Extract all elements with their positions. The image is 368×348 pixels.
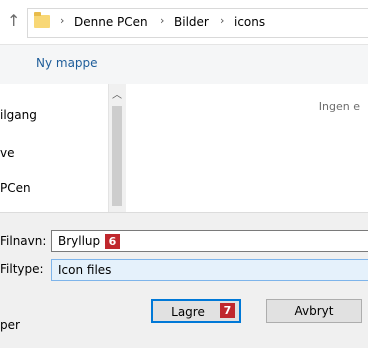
nav-scrollbar[interactable]: ︿	[108, 84, 126, 212]
nav-item-drive[interactable]: ve	[0, 146, 14, 160]
nav-item-quick-access[interactable]: ilgang	[0, 108, 37, 122]
scroll-up-icon[interactable]: ︿	[112, 86, 122, 101]
address-bar: ↑ › Denne PCen › Bilder › icons	[0, 0, 368, 44]
toolbar: Ny mappe	[0, 44, 368, 85]
cancel-button[interactable]: Avbryt	[266, 299, 362, 323]
filename-value: Bryllup	[58, 234, 101, 248]
step-badge: 6	[105, 234, 120, 249]
breadcrumb-item-pictures[interactable]: Bilder	[174, 15, 209, 29]
cancel-button-label: Avbryt	[294, 304, 334, 318]
breadcrumb-item-this-pc[interactable]: Denne PCen	[74, 15, 148, 29]
chevron-right-icon: ›	[220, 14, 225, 27]
new-folder-button[interactable]: Ny mappe	[36, 56, 98, 70]
filetype-select[interactable]: Icon files	[51, 259, 368, 281]
filename-label: Filnavn:	[0, 234, 47, 248]
empty-folder-text: Ingen e	[318, 100, 360, 113]
breadcrumb-item-icons[interactable]: icons	[234, 15, 265, 29]
navigation-pane: ilgang ve PCen	[0, 84, 108, 212]
save-button[interactable]: Lagre 7	[151, 299, 241, 323]
file-list[interactable]: Ingen e	[126, 84, 368, 212]
hide-folders-toggle[interactable]: per	[0, 318, 20, 332]
save-form: Filnavn: Bryllup 6 Filtype: Icon files L…	[0, 212, 368, 348]
filetype-label: Filtype:	[0, 262, 44, 276]
filetype-value: Icon files	[58, 263, 112, 277]
folder-icon	[34, 12, 50, 28]
step-badge: 7	[220, 303, 235, 318]
up-arrow-icon[interactable]: ↑	[7, 11, 23, 31]
save-button-label: Lagre	[171, 305, 205, 319]
chevron-right-icon: ›	[60, 14, 65, 27]
scrollbar-thumb[interactable]	[112, 106, 122, 206]
breadcrumb[interactable]: › Denne PCen › Bilder › icons	[27, 8, 368, 38]
filename-field[interactable]: Bryllup 6	[51, 230, 368, 252]
chevron-right-icon: ›	[160, 14, 165, 27]
nav-item-this-pc[interactable]: PCen	[0, 181, 31, 195]
